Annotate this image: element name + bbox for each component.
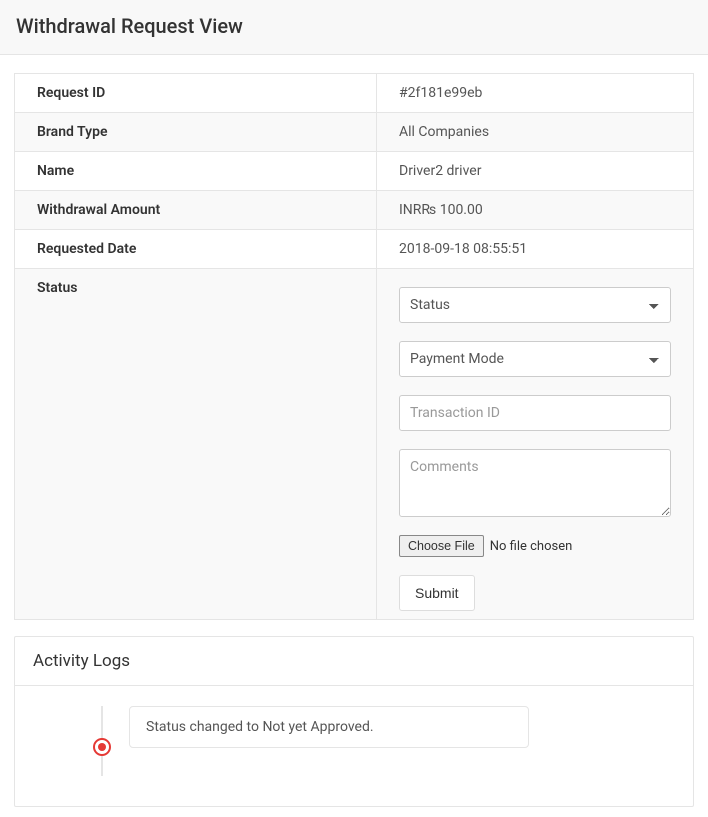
status-form-cell: Status Payment Mode Choose File No file … bbox=[377, 269, 694, 620]
value-requested-date: 2018-09-18 08:55:51 bbox=[377, 230, 694, 269]
row-name: Name Driver2 driver bbox=[15, 152, 694, 191]
transaction-id-input[interactable] bbox=[399, 395, 671, 431]
activity-panel: Activity Logs Status changed to Not yet … bbox=[14, 636, 694, 807]
file-input-row: Choose File No file chosen bbox=[399, 535, 671, 557]
activity-item: Status changed to Not yet Approved. bbox=[129, 706, 529, 748]
status-form: Status Payment Mode Choose File No file … bbox=[399, 287, 671, 615]
value-brand-type: All Companies bbox=[377, 113, 694, 152]
row-status: Status Status Payment Mode Choose File N… bbox=[15, 269, 694, 620]
row-requested-date: Requested Date 2018-09-18 08:55:51 bbox=[15, 230, 694, 269]
label-requested-date: Requested Date bbox=[15, 230, 377, 269]
value-name: Driver2 driver bbox=[377, 152, 694, 191]
details-table: Request ID #2f181e99eb Brand Type All Co… bbox=[14, 73, 694, 620]
choose-file-button[interactable]: Choose File bbox=[399, 535, 484, 557]
content: Request ID #2f181e99eb Brand Type All Co… bbox=[0, 55, 708, 817]
row-amount: Withdrawal Amount INR₨ 100.00 bbox=[15, 191, 694, 230]
timeline: Status changed to Not yet Approved. bbox=[33, 706, 675, 776]
value-amount: INR₨ 100.00 bbox=[377, 191, 694, 230]
label-brand-type: Brand Type bbox=[15, 113, 377, 152]
activity-title: Activity Logs bbox=[15, 637, 693, 686]
payment-mode-select[interactable]: Payment Mode bbox=[399, 341, 671, 377]
page-header: Withdrawal Request View bbox=[0, 0, 708, 55]
value-request-id: #2f181e99eb bbox=[377, 74, 694, 113]
label-request-id: Request ID bbox=[15, 74, 377, 113]
comments-textarea[interactable] bbox=[399, 449, 671, 517]
submit-button[interactable]: Submit bbox=[399, 575, 475, 611]
page-title: Withdrawal Request View bbox=[16, 14, 692, 38]
file-chosen-label: No file chosen bbox=[490, 539, 573, 554]
status-select[interactable]: Status bbox=[399, 287, 671, 323]
label-amount: Withdrawal Amount bbox=[15, 191, 377, 230]
row-brand-type: Brand Type All Companies bbox=[15, 113, 694, 152]
label-status: Status bbox=[15, 269, 377, 620]
row-request-id: Request ID #2f181e99eb bbox=[15, 74, 694, 113]
label-name: Name bbox=[15, 152, 377, 191]
activity-body: Status changed to Not yet Approved. bbox=[15, 686, 693, 806]
timeline-dot-icon bbox=[93, 738, 111, 756]
